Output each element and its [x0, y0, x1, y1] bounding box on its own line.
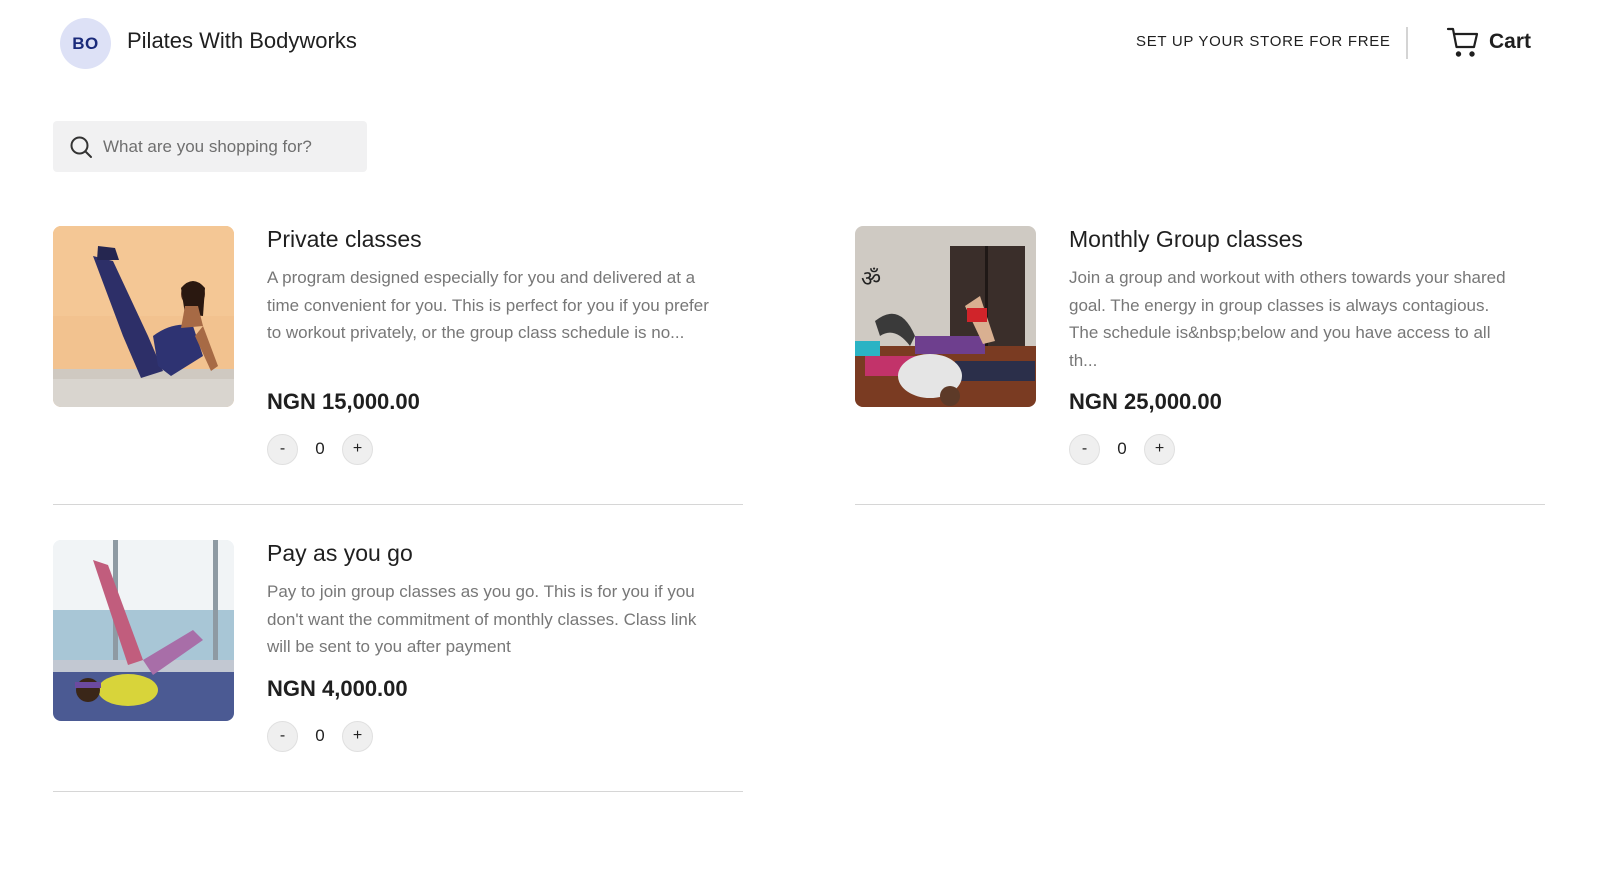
product-description: Join a group and workout with others tow…	[1069, 268, 1506, 370]
product-divider	[53, 504, 743, 505]
search-input[interactable]	[103, 136, 353, 157]
decrease-quantity-button[interactable]: -	[1069, 433, 1100, 465]
product-divider	[53, 791, 743, 792]
product-card-monthly-group-classes: ॐ Monthly Group classes Join a group and…	[855, 226, 1545, 506]
search-icon	[70, 136, 92, 158]
cart-icon	[1446, 27, 1479, 57]
quantity-stepper: - 0 +	[267, 720, 373, 752]
product-divider	[855, 504, 1545, 505]
product-card-pay-as-you-go: Pay as you go Pay to join group classes …	[53, 540, 743, 795]
product-description: Pay to join group classes as you go. Thi…	[267, 582, 697, 656]
product-title[interactable]: Private classes	[267, 226, 422, 253]
product-description: A program designed especially for you an…	[267, 268, 709, 342]
product-card-private-classes: Private classes A program designed espec…	[53, 226, 743, 506]
product-price: NGN 15,000.00	[267, 389, 420, 414]
quantity-value: 0	[1117, 439, 1127, 458]
product-image-monthly-group-classes[interactable]: ॐ	[855, 226, 1036, 407]
decrease-quantity-button[interactable]: -	[267, 433, 298, 465]
product-price: NGN 25,000.00	[1069, 389, 1222, 414]
quantity-stepper: - 0 +	[1069, 433, 1175, 465]
svg-text:ॐ: ॐ	[861, 267, 881, 292]
quantity-value: 0	[315, 439, 325, 458]
cart-button[interactable]: Cart	[1446, 22, 1531, 62]
store-header: BO Pilates With Bodyworks SET UP YOUR ST…	[0, 0, 1600, 86]
store-logo[interactable]: BO	[60, 18, 111, 69]
increase-quantity-button[interactable]: +	[342, 720, 373, 752]
product-image-pay-as-you-go[interactable]	[53, 540, 234, 721]
quantity-value: 0	[315, 726, 325, 745]
product-title[interactable]: Pay as you go	[267, 540, 413, 567]
quantity-stepper: - 0 +	[267, 433, 373, 465]
search-box[interactable]	[53, 121, 367, 172]
increase-quantity-button[interactable]: +	[1144, 433, 1175, 465]
header-divider	[1406, 27, 1408, 59]
product-image-private-classes[interactable]	[53, 226, 234, 407]
product-price: NGN 4,000.00	[267, 676, 408, 701]
cart-label: Cart	[1489, 30, 1532, 53]
product-title[interactable]: Monthly Group classes	[1069, 226, 1303, 253]
store-name[interactable]: Pilates With Bodyworks	[127, 28, 357, 54]
increase-quantity-button[interactable]: +	[342, 433, 373, 465]
setup-store-link[interactable]: SET UP YOUR STORE FOR FREE	[1136, 33, 1391, 50]
decrease-quantity-button[interactable]: -	[267, 720, 298, 752]
